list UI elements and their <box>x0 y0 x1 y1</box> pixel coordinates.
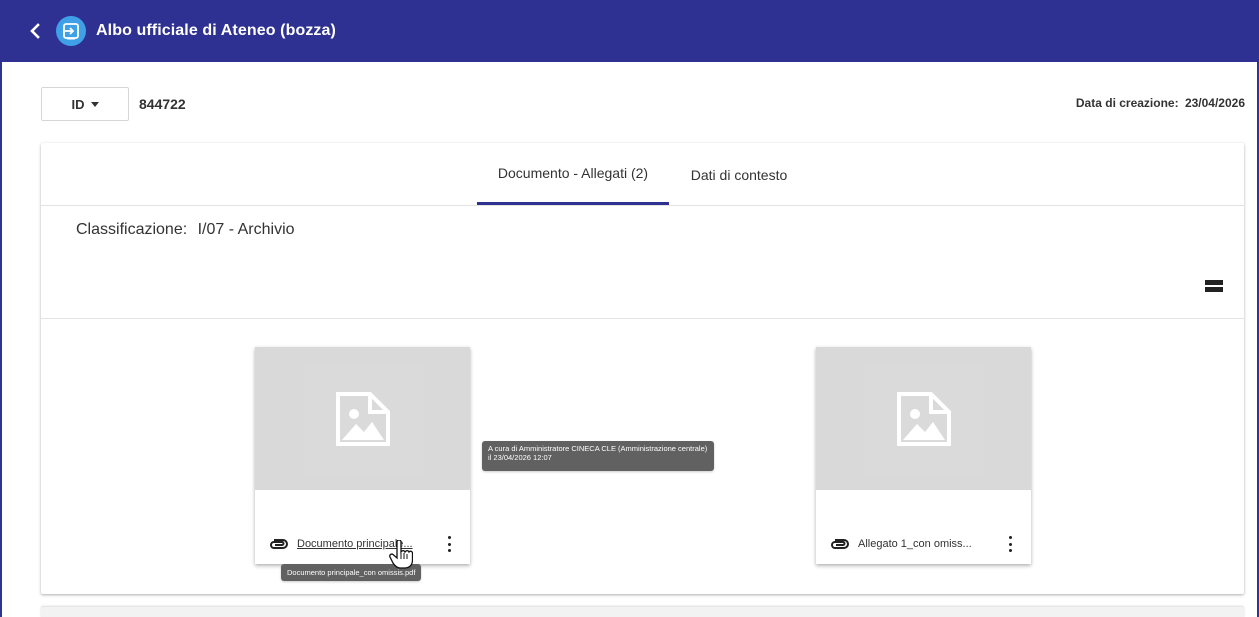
hand-cursor-icon <box>389 540 413 569</box>
author-tooltip: A cura di Amministratore CINECA CLE (Amm… <box>482 441 714 471</box>
document-card[interactable]: Documento principale... <box>255 347 470 564</box>
creation-date: Data di creazione: 23/04/2026 <box>1073 96 1245 110</box>
next-panel <box>41 607 1244 617</box>
app-header: Albo ufficiale di Ateneo (bozza) <box>0 0 1259 62</box>
creation-date-label: Data di creazione: <box>1075 96 1179 110</box>
tab-context-data[interactable]: Dati di contesto <box>669 143 809 206</box>
creation-date-value: 23/04/2026 <box>1184 96 1245 110</box>
documents-panel: Documento - Allegati (2) Dati di contest… <box>41 143 1244 594</box>
image-placeholder-icon <box>896 391 951 446</box>
classification-label: Classificazione: <box>76 221 188 238</box>
document-thumbnail[interactable] <box>816 347 1031 490</box>
view-toggle-icon[interactable] <box>1205 280 1223 292</box>
tab-documents[interactable]: Documento - Allegati (2) <box>477 143 669 205</box>
image-placeholder-icon <box>335 391 390 446</box>
more-options-icon[interactable] <box>1007 536 1013 552</box>
classification: Classificazione: I/07 - Archivio <box>76 221 295 239</box>
attachment-icon <box>831 539 849 549</box>
divider <box>41 318 1244 319</box>
caret-down-icon <box>90 102 99 107</box>
attachment-icon <box>270 539 288 549</box>
exit-to-app-icon <box>56 16 86 46</box>
document-thumbnail[interactable] <box>255 347 470 490</box>
record-id-value: 844722 <box>139 96 186 112</box>
page-title: Albo ufficiale di Ateneo (bozza) <box>96 22 336 39</box>
document-name[interactable]: Allegato 1_con omiss... <box>858 538 972 550</box>
more-options-icon[interactable] <box>446 536 452 552</box>
classification-value: I/07 - Archivio <box>197 221 295 238</box>
document-card[interactable]: Allegato 1_con omiss... <box>816 347 1031 564</box>
document-footer: Documento principale... <box>255 524 470 564</box>
id-selector-label: ID <box>71 96 85 112</box>
tab-bar: Documento - Allegati (2) Dati di contest… <box>41 143 1244 206</box>
id-bar: ID 844722 <box>41 87 186 121</box>
back-button[interactable] <box>20 16 50 46</box>
document-footer: Allegato 1_con omiss... <box>816 524 1031 564</box>
id-selector-dropdown[interactable]: ID <box>41 87 129 121</box>
chevron-left-icon <box>30 23 40 39</box>
